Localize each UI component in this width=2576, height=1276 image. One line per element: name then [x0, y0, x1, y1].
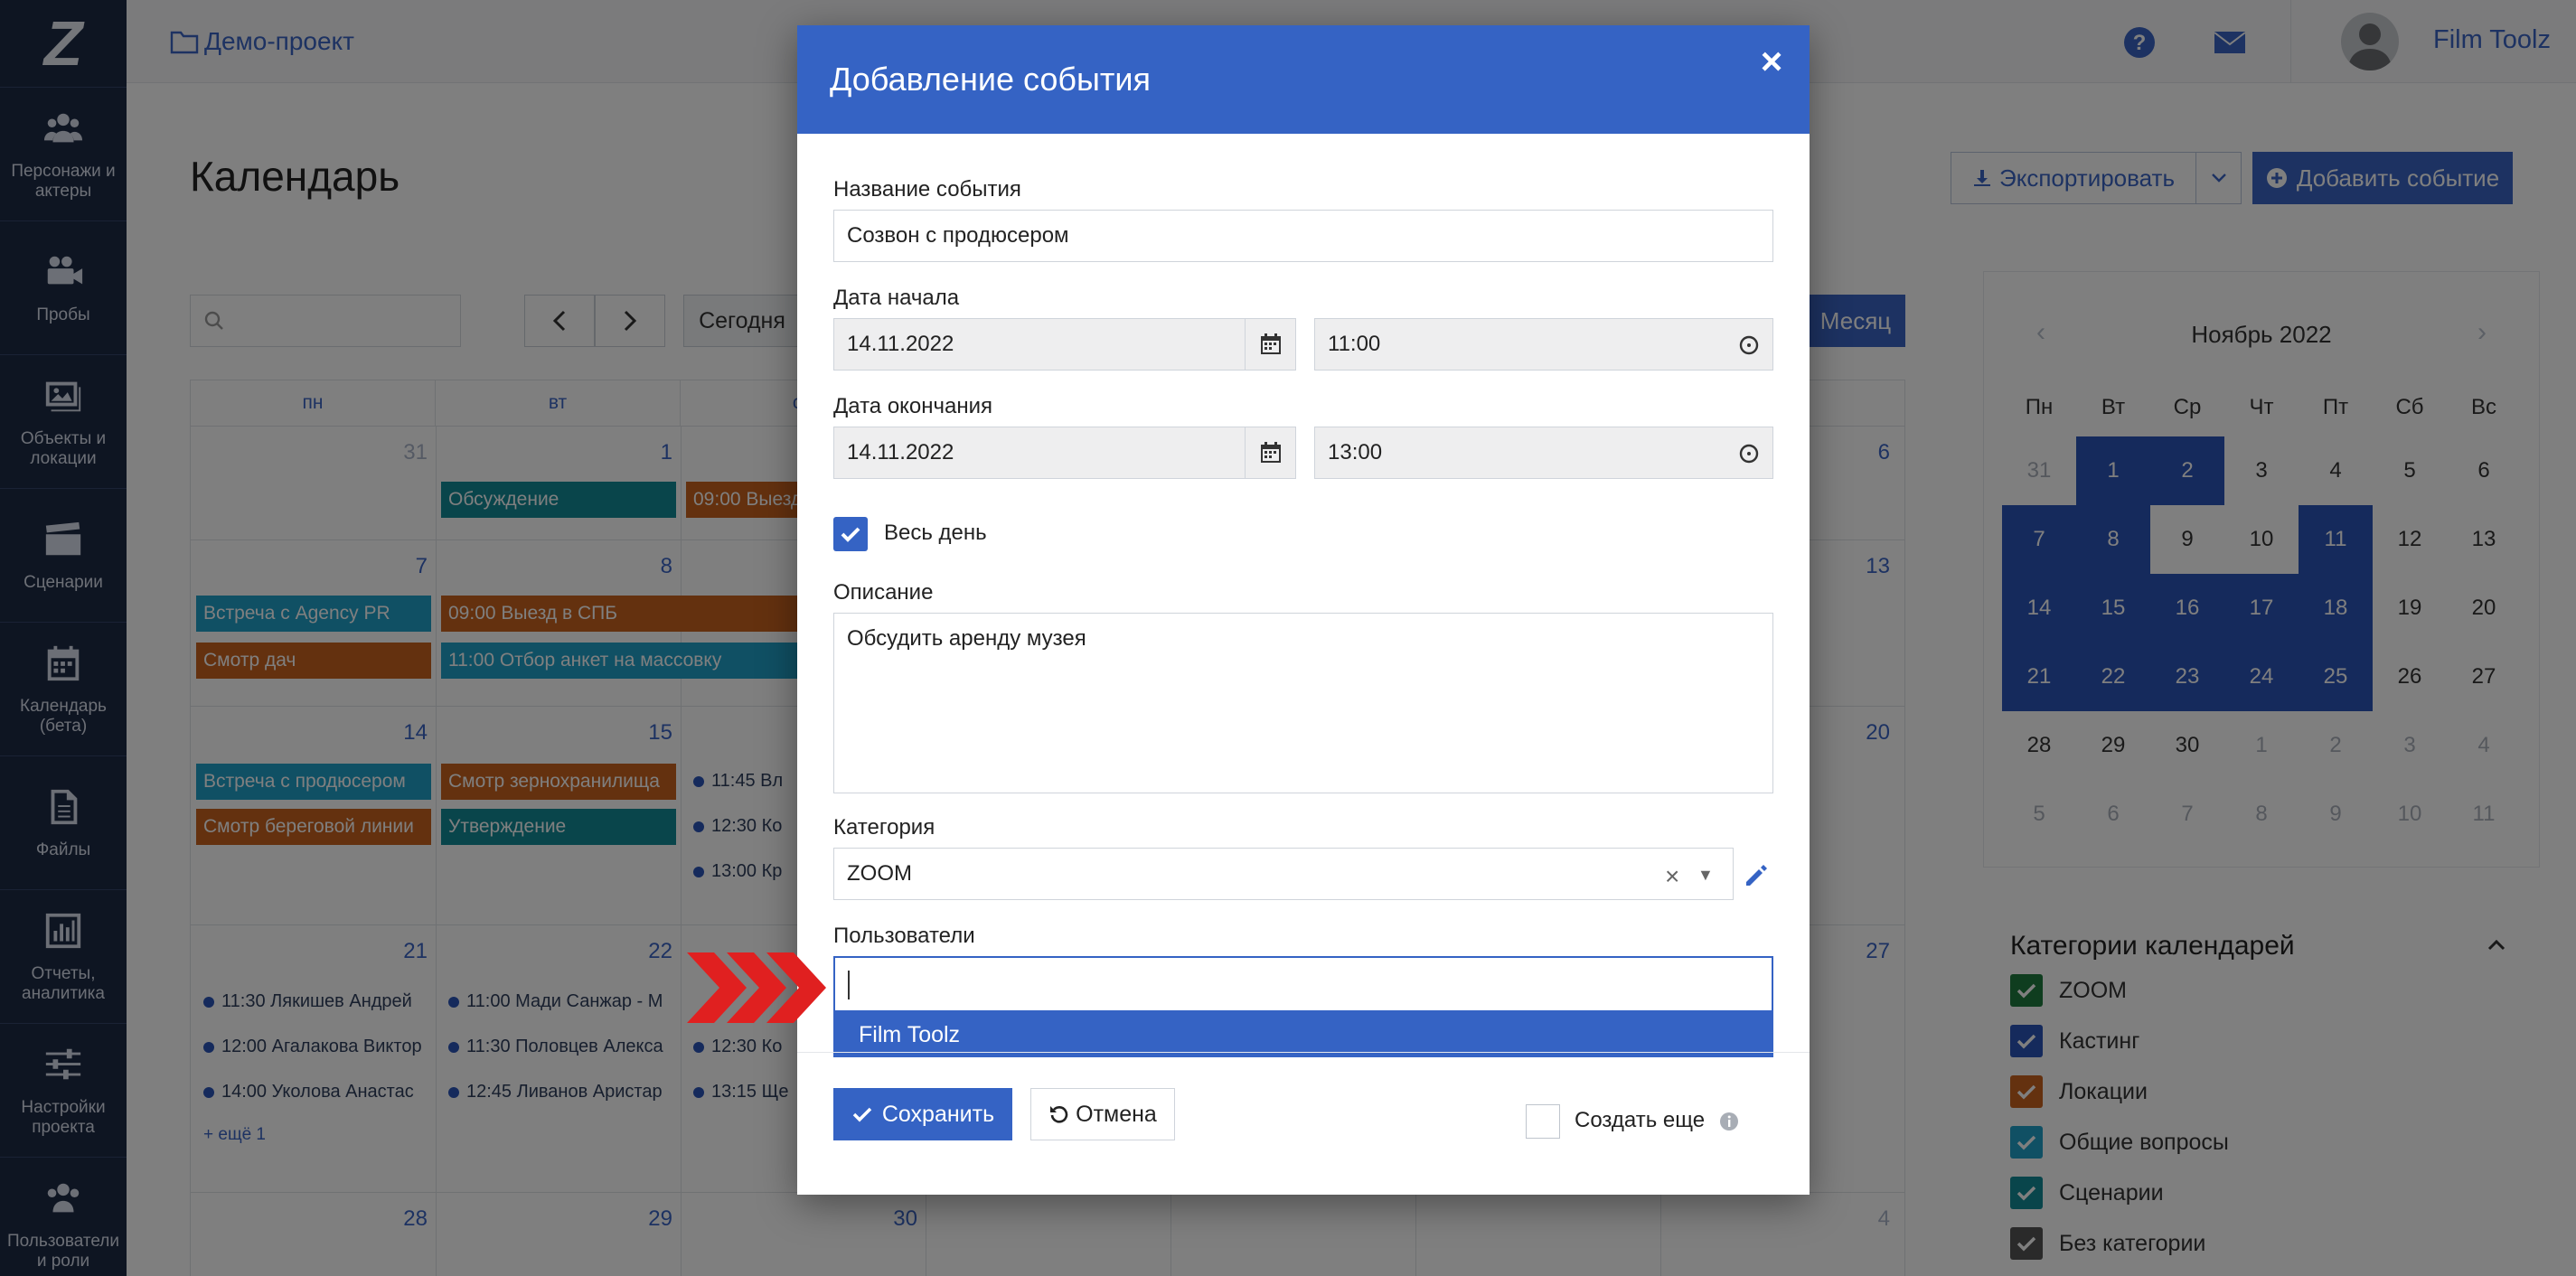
category-value: ZOOM	[847, 861, 912, 886]
start-date-label: Дата начала	[833, 286, 960, 310]
category-select[interactable]: ZOOM	[833, 848, 1734, 900]
calendar-icon	[1260, 333, 1281, 354]
category-label: Категория	[833, 815, 935, 840]
create-more-checkbox[interactable]	[1526, 1104, 1560, 1139]
create-more-label[interactable]: Создать еще	[1575, 1108, 1705, 1133]
info-icon[interactable]	[1719, 1112, 1739, 1131]
text-cursor	[848, 971, 850, 999]
modal-header: Добавление события	[797, 25, 1810, 134]
users-label: Пользователи	[833, 924, 975, 948]
clock-icon	[1739, 335, 1759, 355]
add-event-modal: Добавление события × Название события Со…	[797, 25, 1810, 1195]
start-date-input[interactable]: 14.11.2022	[833, 318, 1246, 371]
caret-down-icon[interactable]: ▼	[1697, 866, 1714, 885]
end-time-input[interactable]: 13:00	[1314, 427, 1773, 479]
all-day-label[interactable]: Весь день	[884, 521, 987, 546]
close-icon[interactable]: ×	[1752, 42, 1791, 81]
end-date-picker-button[interactable]	[1246, 427, 1296, 479]
annotation-arrows-icon	[687, 952, 826, 1023]
start-time-value: 11:00	[1328, 332, 1381, 356]
calendar-icon	[1260, 442, 1281, 463]
check-icon	[852, 1107, 872, 1122]
end-time-value: 13:00	[1328, 440, 1383, 464]
end-date-value: 14.11.2022	[847, 440, 954, 464]
end-date-input[interactable]: 14.11.2022	[833, 427, 1246, 479]
start-date-value: 14.11.2022	[847, 332, 954, 356]
description-label: Описание	[833, 580, 934, 605]
start-date-picker-button[interactable]	[1246, 318, 1296, 371]
save-label: Сохранить	[881, 1101, 995, 1127]
clock-icon	[1739, 444, 1759, 464]
modal-title: Добавление события	[830, 61, 1151, 98]
event-name-input[interactable]: Созвон с продюсером	[833, 210, 1773, 262]
clear-icon[interactable]: ×	[1665, 862, 1679, 891]
all-day-checkbox[interactable]	[833, 517, 868, 551]
save-button[interactable]: Сохранить	[833, 1088, 1012, 1140]
check-icon	[841, 527, 860, 542]
users-input[interactable]	[833, 956, 1773, 1012]
undo-icon	[1050, 1106, 1068, 1123]
event-name-label: Название события	[833, 177, 1021, 202]
cancel-label: Отмена	[1076, 1101, 1157, 1127]
description-textarea[interactable]: Обсудить аренду музея	[833, 613, 1773, 793]
option-label: Film Toolz	[859, 1021, 961, 1047]
pencil-icon[interactable]	[1743, 862, 1770, 889]
users-option-film-toolz[interactable]: Film Toolz	[833, 1012, 1773, 1057]
event-name-value: Созвон с продюсером	[847, 223, 1069, 248]
cancel-button[interactable]: Отмена	[1030, 1088, 1175, 1140]
footer-divider	[797, 1052, 1810, 1053]
description-value: Обсудить аренду музея	[847, 626, 1086, 651]
end-date-label: Дата окончания	[833, 394, 993, 418]
start-time-input[interactable]: 11:00	[1314, 318, 1773, 371]
